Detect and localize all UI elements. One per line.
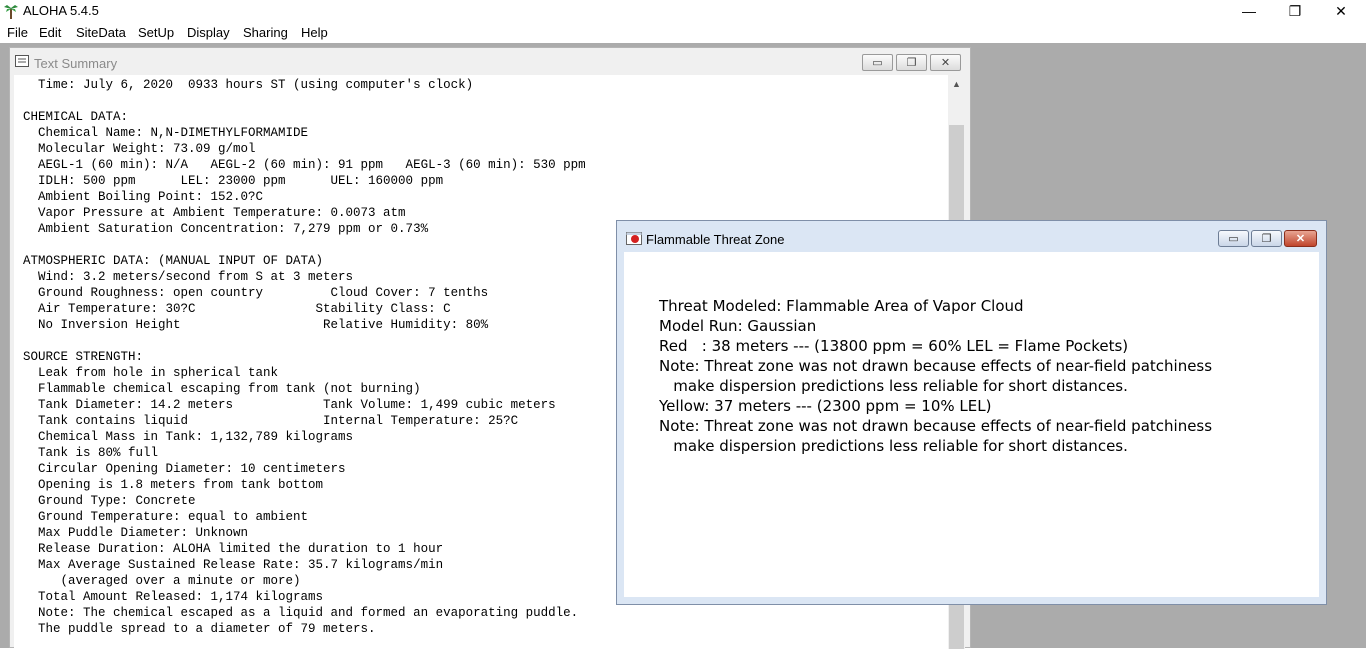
- summary-line: Time: July 6, 2020 0933 hours ST (using …: [23, 78, 474, 92]
- threat-zone-line: Note: Threat zone was not drawn because …: [659, 357, 1213, 375]
- text-summary-body: Time: July 6, 2020 0933 hours ST (using …: [23, 77, 586, 637]
- summary-line: The puddle spread to a diameter of 79 me…: [23, 622, 376, 636]
- summary-line: [23, 237, 586, 253]
- summary-line: Chemical Name: N,N-DIMETHYLFORMAMIDE: [23, 126, 309, 140]
- restore-icon: ❐: [1261, 233, 1272, 245]
- close-icon: ✕: [1295, 233, 1306, 245]
- text-summary-minimize-button[interactable]: ▭: [862, 54, 893, 71]
- summary-line: Chemical Mass in Tank: 1,132,789 kilogra…: [23, 430, 354, 444]
- summary-line: Max Puddle Diameter: Unknown: [23, 526, 249, 540]
- threat-zone-content: Threat Modeled: Flammable Area of Vapor …: [624, 252, 1319, 597]
- menu-display[interactable]: Display: [187, 25, 230, 40]
- text-summary-title: Text Summary: [34, 56, 118, 71]
- summary-line: Note: The chemical escaped as a liquid a…: [23, 606, 579, 620]
- menu-setup[interactable]: SetUp: [138, 25, 174, 40]
- summary-line: Wind: 3.2 meters/second from S at 3 mete…: [23, 270, 354, 284]
- threat-zone-line: Yellow: 37 meters --- (2300 ppm = 10% LE…: [659, 397, 992, 415]
- summary-line: Tank contains liquid Internal Temperatur…: [23, 414, 519, 428]
- threat-zone-minimize-button[interactable]: ▭: [1218, 230, 1249, 247]
- menu-file[interactable]: File: [7, 25, 28, 40]
- summary-line: Max Average Sustained Release Rate: 35.7…: [23, 558, 444, 572]
- summary-line: Ground Temperature: equal to ambient: [23, 510, 309, 524]
- threat-zone-close-button[interactable]: ✕: [1284, 230, 1317, 247]
- summary-line: Air Temperature: 30?C Stability Class: C: [23, 302, 451, 316]
- flammable-threat-zone-window[interactable]: Flammable Threat Zone ▭ ❐ ✕ Threat Model…: [616, 220, 1327, 605]
- minimize-icon: —: [1242, 3, 1256, 19]
- minimize-icon: ▭: [1228, 233, 1239, 245]
- summary-line: AEGL-1 (60 min): N/A AEGL-2 (60 min): 91…: [23, 158, 586, 172]
- restore-button[interactable]: ❐: [1272, 0, 1318, 22]
- summary-line: Release Duration: ALOHA limited the dura…: [23, 542, 444, 556]
- summary-line: (averaged over a minute or more): [23, 574, 301, 588]
- threat-zone-line: make dispersion predictions less reliabl…: [659, 377, 1128, 395]
- app-title-bar: ALOHA 5.4.5 — ❐ ✕: [0, 0, 1366, 22]
- text-summary-restore-button[interactable]: ❐: [896, 54, 927, 71]
- threat-zone-title: Flammable Threat Zone: [646, 232, 785, 247]
- menu-help[interactable]: Help: [301, 25, 328, 40]
- threat-zone-line: make dispersion predictions less reliabl…: [659, 437, 1128, 455]
- restore-icon: ❐: [906, 57, 917, 69]
- summary-line: Tank Diameter: 14.2 meters Tank Volume: …: [23, 398, 556, 412]
- summary-line: Circular Opening Diameter: 10 centimeter…: [23, 462, 346, 476]
- summary-line: Flammable chemical escaping from tank (n…: [23, 382, 421, 396]
- summary-line: Vapor Pressure at Ambient Temperature: 0…: [23, 206, 406, 220]
- threat-zone-line: Model Run: Gaussian: [659, 317, 817, 335]
- menu-bar: File Edit SiteData SetUp Display Sharing…: [0, 22, 1366, 43]
- close-button[interactable]: ✕: [1318, 0, 1364, 22]
- threat-zone-line: Note: Threat zone was not drawn because …: [659, 417, 1213, 435]
- text-summary-title-bar[interactable]: Text Summary ▭ ❐ ✕: [10, 48, 970, 76]
- summary-line: [23, 93, 586, 109]
- summary-line: Ground Type: Concrete: [23, 494, 196, 508]
- threat-zone-title-bar[interactable]: Flammable Threat Zone ▭ ❐ ✕: [617, 221, 1326, 251]
- app-title: ALOHA 5.4.5: [23, 3, 99, 18]
- close-icon: ✕: [940, 57, 951, 69]
- summary-line: Opening is 1.8 meters from tank bottom: [23, 478, 324, 492]
- summary-line: Total Amount Released: 1,174 kilograms: [23, 590, 324, 604]
- threat-zone-restore-button[interactable]: ❐: [1251, 230, 1282, 247]
- threat-zone-line: Red : 38 meters --- (13800 ppm = 60% LEL…: [659, 337, 1129, 355]
- summary-line: Ground Roughness: open country Cloud Cov…: [23, 286, 489, 300]
- summary-line: Leak from hole in spherical tank: [23, 366, 279, 380]
- close-icon: ✕: [1335, 2, 1347, 19]
- summary-line: [23, 333, 586, 349]
- summary-line: Molecular Weight: 73.09 g/mol: [23, 142, 256, 156]
- threat-zone-line: Threat Modeled: Flammable Area of Vapor …: [659, 297, 1024, 315]
- summary-line: ATMOSPHERIC DATA: (MANUAL INPUT OF DATA): [23, 254, 324, 268]
- minimize-button[interactable]: —: [1226, 0, 1272, 22]
- text-summary-close-button[interactable]: ✕: [930, 54, 961, 71]
- scroll-up-icon[interactable]: ▲: [948, 75, 965, 92]
- text-document-icon: [15, 55, 29, 67]
- summary-line: Tank is 80% full: [23, 446, 159, 460]
- flame-window-icon: [626, 232, 642, 245]
- threat-zone-body: Threat Modeled: Flammable Area of Vapor …: [659, 296, 1212, 456]
- menu-sitedata[interactable]: SiteData: [76, 25, 126, 40]
- summary-line: Ambient Boiling Point: 152.0?C: [23, 190, 264, 204]
- summary-line: No Inversion Height Relative Humidity: 8…: [23, 318, 489, 332]
- summary-line: Ambient Saturation Concentration: 7,279 …: [23, 222, 429, 236]
- restore-icon: ❐: [1288, 2, 1302, 19]
- summary-line: CHEMICAL DATA:: [23, 110, 129, 124]
- summary-line: IDLH: 500 ppm LEL: 23000 ppm UEL: 160000…: [23, 174, 444, 188]
- menu-edit[interactable]: Edit: [39, 25, 61, 40]
- menu-sharing[interactable]: Sharing: [243, 25, 288, 40]
- minimize-icon: ▭: [872, 57, 883, 69]
- summary-line: SOURCE STRENGTH:: [23, 350, 144, 364]
- palm-tree-icon: [4, 5, 18, 19]
